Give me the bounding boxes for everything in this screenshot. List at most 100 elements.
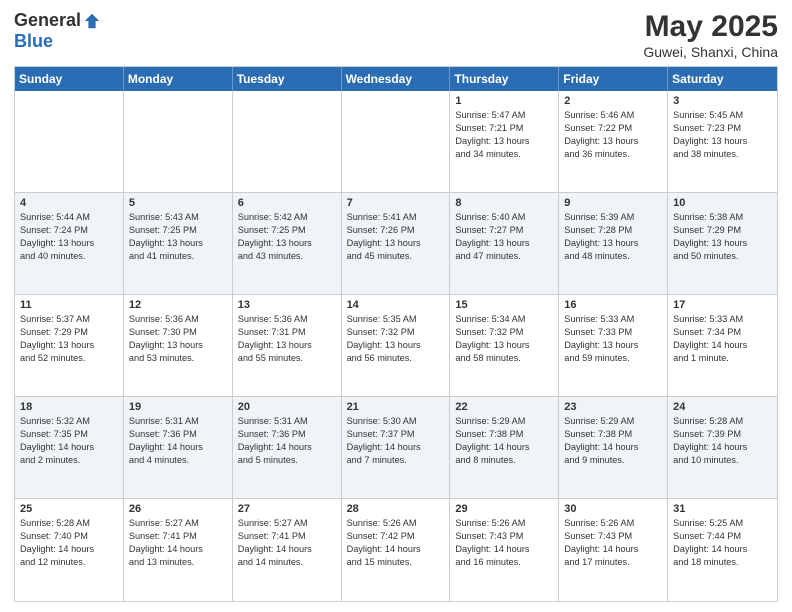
cell-number: 24 bbox=[673, 401, 772, 413]
cell-info: Sunrise: 5:36 AM Sunset: 7:30 PM Dayligh… bbox=[129, 313, 227, 365]
cell-number: 21 bbox=[347, 401, 445, 413]
calendar-cell: 14Sunrise: 5:35 AM Sunset: 7:32 PM Dayli… bbox=[342, 295, 451, 396]
cell-number: 17 bbox=[673, 299, 772, 311]
calendar-row: 11Sunrise: 5:37 AM Sunset: 7:29 PM Dayli… bbox=[15, 295, 777, 397]
calendar-cell: 24Sunrise: 5:28 AM Sunset: 7:39 PM Dayli… bbox=[668, 397, 777, 498]
cell-number: 6 bbox=[238, 197, 336, 209]
calendar-cell bbox=[15, 91, 124, 192]
cell-info: Sunrise: 5:32 AM Sunset: 7:35 PM Dayligh… bbox=[20, 415, 118, 467]
cell-number: 19 bbox=[129, 401, 227, 413]
calendar-cell: 4 Sunrise: 5:44 AM Sunset: 7:24 PM Daylig… bbox=[15, 193, 124, 294]
cell-number: 9 bbox=[564, 197, 662, 209]
calendar-cell: 1 Sunrise: 5:47 AM Sunset: 7:21 PM Daylig… bbox=[450, 91, 559, 192]
cell-info: Sunrise: 5:31 AM Sunset: 7:36 PM Dayligh… bbox=[238, 415, 336, 467]
cell-info: Sunrise: 5:25 AM Sunset: 7:44 PM Dayligh… bbox=[673, 517, 772, 569]
cell-info: Sunrise: 5:41 AM Sunset: 7:26 PM Dayligh… bbox=[347, 211, 445, 263]
cell-number: 23 bbox=[564, 401, 662, 413]
cell-number: 31 bbox=[673, 503, 772, 515]
cell-info: Sunrise: 5:26 AM Sunset: 7:42 PM Dayligh… bbox=[347, 517, 445, 569]
cell-info: Sunrise: 5:43 AM Sunset: 7:25 PM Dayligh… bbox=[129, 211, 227, 263]
cell-number: 20 bbox=[238, 401, 336, 413]
cell-number: 8 bbox=[455, 197, 553, 209]
calendar-cell: 23 Sunrise: 5:29 AM Sunset: 7:38 PM Dayli… bbox=[559, 397, 668, 498]
calendar-row: 25Sunrise: 5:28 AM Sunset: 7:40 PM Dayli… bbox=[15, 499, 777, 601]
cell-info: Sunrise: 5:26 AM Sunset: 7:43 PM Dayligh… bbox=[455, 517, 553, 569]
cell-number: 30 bbox=[564, 503, 662, 515]
cell-number: 5 bbox=[129, 197, 227, 209]
cell-info: Sunrise: 5:33 AM Sunset: 7:34 PM Dayligh… bbox=[673, 313, 772, 365]
cell-number: 2 bbox=[564, 95, 662, 107]
title-section: May 2025 Guwei, Shanxi, China bbox=[643, 10, 778, 60]
cell-info: Sunrise: 5:46 AM Sunset: 7:22 PM Dayligh… bbox=[564, 109, 662, 161]
cell-number: 28 bbox=[347, 503, 445, 515]
day-header-sunday: Sunday bbox=[15, 67, 124, 91]
cell-info: Sunrise: 5:30 AM Sunset: 7:37 PM Dayligh… bbox=[347, 415, 445, 467]
calendar-cell bbox=[342, 91, 451, 192]
cell-number: 25 bbox=[20, 503, 118, 515]
calendar-cell: 6 Sunrise: 5:42 AM Sunset: 7:25 PM Daylig… bbox=[233, 193, 342, 294]
calendar-cell: 27 Sunrise: 5:27 AM Sunset: 7:41 PM Dayli… bbox=[233, 499, 342, 601]
cell-number: 1 bbox=[455, 95, 553, 107]
calendar-row: 4 Sunrise: 5:44 AM Sunset: 7:24 PM Daylig… bbox=[15, 193, 777, 295]
logo: General Blue bbox=[14, 10, 101, 52]
cell-info: Sunrise: 5:31 AM Sunset: 7:36 PM Dayligh… bbox=[129, 415, 227, 467]
cell-info: Sunrise: 5:42 AM Sunset: 7:25 PM Dayligh… bbox=[238, 211, 336, 263]
cell-info: Sunrise: 5:29 AM Sunset: 7:38 PM Dayligh… bbox=[455, 415, 553, 467]
cell-number: 15 bbox=[455, 299, 553, 311]
cell-number: 22 bbox=[455, 401, 553, 413]
cell-info: Sunrise: 5:33 AM Sunset: 7:33 PM Dayligh… bbox=[564, 313, 662, 365]
calendar-cell: 29Sunrise: 5:26 AM Sunset: 7:43 PM Dayli… bbox=[450, 499, 559, 601]
calendar-cell: 2 Sunrise: 5:46 AM Sunset: 7:22 PM Daylig… bbox=[559, 91, 668, 192]
logo-icon bbox=[83, 12, 101, 30]
calendar-cell: 12 Sunrise: 5:36 AM Sunset: 7:30 PM Dayli… bbox=[124, 295, 233, 396]
cell-number: 12 bbox=[129, 299, 227, 311]
cell-info: Sunrise: 5:38 AM Sunset: 7:29 PM Dayligh… bbox=[673, 211, 772, 263]
cell-info: Sunrise: 5:34 AM Sunset: 7:32 PM Dayligh… bbox=[455, 313, 553, 365]
calendar-cell bbox=[124, 91, 233, 192]
cell-info: Sunrise: 5:47 AM Sunset: 7:21 PM Dayligh… bbox=[455, 109, 553, 161]
cell-number: 16 bbox=[564, 299, 662, 311]
page: General Blue May 2025 Guwei, Shanxi, Chi… bbox=[0, 0, 792, 612]
calendar-cell: 16 Sunrise: 5:33 AM Sunset: 7:33 PM Dayli… bbox=[559, 295, 668, 396]
calendar-cell: 5 Sunrise: 5:43 AM Sunset: 7:25 PM Daylig… bbox=[124, 193, 233, 294]
calendar-cell: 21 Sunrise: 5:30 AM Sunset: 7:37 PM Dayli… bbox=[342, 397, 451, 498]
cell-info: Sunrise: 5:45 AM Sunset: 7:23 PM Dayligh… bbox=[673, 109, 772, 161]
calendar-cell: 30Sunrise: 5:26 AM Sunset: 7:43 PM Dayli… bbox=[559, 499, 668, 601]
calendar-cell: 26 Sunrise: 5:27 AM Sunset: 7:41 PM Dayli… bbox=[124, 499, 233, 601]
cell-number: 26 bbox=[129, 503, 227, 515]
header: General Blue May 2025 Guwei, Shanxi, Chi… bbox=[14, 10, 778, 60]
cell-info: Sunrise: 5:29 AM Sunset: 7:38 PM Dayligh… bbox=[564, 415, 662, 467]
location: Guwei, Shanxi, China bbox=[643, 44, 778, 60]
calendar-cell: 8 Sunrise: 5:40 AM Sunset: 7:27 PM Daylig… bbox=[450, 193, 559, 294]
cell-number: 10 bbox=[673, 197, 772, 209]
cell-info: Sunrise: 5:40 AM Sunset: 7:27 PM Dayligh… bbox=[455, 211, 553, 263]
cell-number: 4 bbox=[20, 197, 118, 209]
logo-general: General bbox=[14, 10, 81, 31]
day-header-thursday: Thursday bbox=[450, 67, 559, 91]
calendar-cell: 15 Sunrise: 5:34 AM Sunset: 7:32 PM Dayli… bbox=[450, 295, 559, 396]
calendar-cell: 31 Sunrise: 5:25 AM Sunset: 7:44 PM Dayli… bbox=[668, 499, 777, 601]
calendar-cell: 22 Sunrise: 5:29 AM Sunset: 7:38 PM Dayli… bbox=[450, 397, 559, 498]
calendar-cell bbox=[233, 91, 342, 192]
calendar-cell: 25Sunrise: 5:28 AM Sunset: 7:40 PM Dayli… bbox=[15, 499, 124, 601]
calendar-cell: 7Sunrise: 5:41 AM Sunset: 7:26 PM Daylig… bbox=[342, 193, 451, 294]
calendar-cell: 9 Sunrise: 5:39 AM Sunset: 7:28 PM Daylig… bbox=[559, 193, 668, 294]
calendar-cell: 17 Sunrise: 5:33 AM Sunset: 7:34 PM Dayli… bbox=[668, 295, 777, 396]
cell-number: 18 bbox=[20, 401, 118, 413]
cell-info: Sunrise: 5:27 AM Sunset: 7:41 PM Dayligh… bbox=[129, 517, 227, 569]
month-title: May 2025 bbox=[643, 10, 778, 44]
calendar-body: 1 Sunrise: 5:47 AM Sunset: 7:21 PM Daylig… bbox=[15, 91, 777, 601]
calendar-cell: 20 Sunrise: 5:31 AM Sunset: 7:36 PM Dayli… bbox=[233, 397, 342, 498]
calendar-cell: 11Sunrise: 5:37 AM Sunset: 7:29 PM Dayli… bbox=[15, 295, 124, 396]
cell-info: Sunrise: 5:39 AM Sunset: 7:28 PM Dayligh… bbox=[564, 211, 662, 263]
cell-number: 13 bbox=[238, 299, 336, 311]
cell-info: Sunrise: 5:27 AM Sunset: 7:41 PM Dayligh… bbox=[238, 517, 336, 569]
cell-info: Sunrise: 5:35 AM Sunset: 7:32 PM Dayligh… bbox=[347, 313, 445, 365]
cell-number: 3 bbox=[673, 95, 772, 107]
cell-number: 11 bbox=[20, 299, 118, 311]
calendar-row: 18 Sunrise: 5:32 AM Sunset: 7:35 PM Dayli… bbox=[15, 397, 777, 499]
cell-number: 27 bbox=[238, 503, 336, 515]
calendar-cell: 18 Sunrise: 5:32 AM Sunset: 7:35 PM Dayli… bbox=[15, 397, 124, 498]
cell-info: Sunrise: 5:44 AM Sunset: 7:24 PM Dayligh… bbox=[20, 211, 118, 263]
day-header-wednesday: Wednesday bbox=[342, 67, 451, 91]
